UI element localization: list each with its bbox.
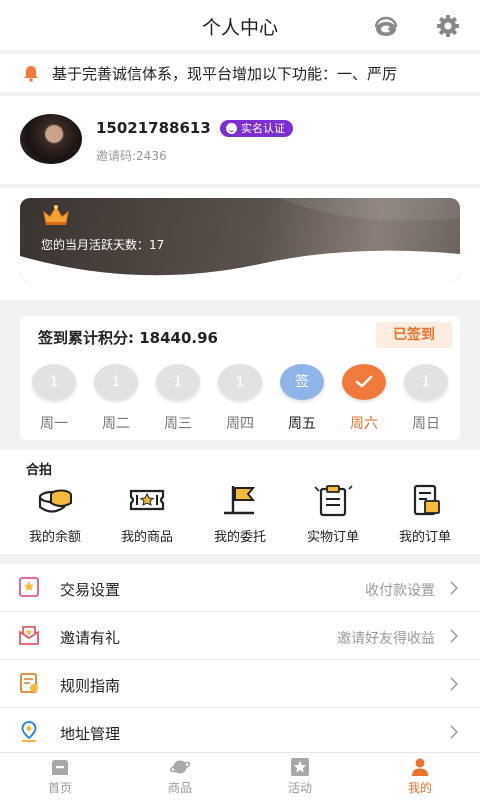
chevron-right-icon bbox=[450, 725, 459, 739]
flag-icon bbox=[224, 486, 256, 515]
day-label: 周三 bbox=[164, 416, 192, 432]
day-label: 周六 bbox=[350, 416, 378, 432]
signin-day-mon[interactable]: 1 周一 bbox=[30, 364, 78, 433]
day-label: 周一 bbox=[40, 416, 68, 432]
user-phone: 15021788613 bbox=[96, 119, 211, 137]
menu-title: 邀请有礼 bbox=[60, 629, 121, 647]
tab-label: 商品 bbox=[167, 781, 192, 795]
smile-icon bbox=[226, 123, 237, 134]
my-commission-button[interactable]: 我的委托 bbox=[195, 483, 285, 545]
invite-gift-icon bbox=[19, 626, 39, 645]
my-orders-button[interactable]: 我的订单 bbox=[380, 483, 470, 545]
menu-title: 规则指南 bbox=[60, 677, 121, 695]
clipboard-icon bbox=[314, 485, 353, 517]
signin-day-wed[interactable]: 1 周三 bbox=[154, 364, 202, 433]
day-label: 周二 bbox=[102, 416, 130, 432]
planet-icon bbox=[169, 760, 191, 774]
tab-label: 首页 bbox=[47, 781, 72, 795]
menu-subtitle: 收付款设置 bbox=[365, 583, 435, 599]
tab-mine[interactable]: 我的 bbox=[380, 757, 460, 796]
home-icon bbox=[52, 760, 68, 775]
menu-row-trade-settings[interactable]: 交易设置 收付款设置 bbox=[0, 564, 480, 612]
menu-row-rules[interactable]: 规则指南 bbox=[0, 660, 480, 708]
day-label: 周五 bbox=[288, 416, 316, 432]
invite-code: 邀请码:2436 bbox=[96, 149, 167, 163]
day-label: 周日 bbox=[412, 416, 440, 432]
tab-label: 活动 bbox=[287, 781, 312, 795]
quick-label: 我的商品 bbox=[120, 530, 173, 545]
active-days-text: 您的当月活跃天数：17 bbox=[41, 238, 165, 252]
activity-card: 您的当月活跃天数：17 bbox=[20, 198, 460, 282]
user-icon bbox=[412, 758, 428, 776]
star-icon bbox=[291, 758, 309, 776]
top-header: ··· 个人中心 bbox=[0, 0, 480, 50]
menu-row-invite[interactable]: 邀请有礼 邀请好友得收益 bbox=[0, 612, 480, 660]
day-circle: 1 bbox=[94, 364, 138, 400]
chevron-right-icon bbox=[450, 677, 459, 691]
ticket-icon bbox=[129, 489, 165, 511]
my-balance-button[interactable]: 我的余额 bbox=[10, 483, 100, 545]
chevron-right-icon bbox=[450, 629, 459, 643]
balance-icon bbox=[38, 489, 72, 513]
tab-activity[interactable]: 活动 bbox=[260, 757, 340, 796]
menu-title: 地址管理 bbox=[60, 725, 121, 743]
day-circle: 1 bbox=[32, 364, 76, 400]
signin-day-tue[interactable]: 1 周二 bbox=[92, 364, 140, 433]
day-circle-today: 签 bbox=[280, 364, 324, 400]
profile-section: 15021788613 实名认证 邀请码:2436 bbox=[0, 96, 480, 184]
notice-text: 基于完善诚信体系，现平台增加以下功能：一、严厉 bbox=[52, 65, 398, 83]
signin-day-fri[interactable]: 签 周五 bbox=[278, 364, 326, 433]
bell-icon bbox=[24, 66, 38, 82]
checkmark-icon bbox=[355, 375, 373, 388]
page-title: 个人中心 bbox=[201, 17, 278, 39]
day-circle: 1 bbox=[404, 364, 448, 400]
quick-label: 我的订单 bbox=[398, 530, 451, 545]
avatar[interactable] bbox=[20, 114, 82, 164]
settings-menu: 交易设置 收付款设置 邀请有礼 邀请好友得收益 规则指南 地址管理 bbox=[0, 564, 480, 756]
my-goods-button[interactable]: 我的商品 bbox=[102, 483, 192, 545]
menu-row-address[interactable]: 地址管理 bbox=[0, 708, 480, 756]
order-icon bbox=[413, 484, 440, 516]
menu-subtitle: 邀请好友得收益 bbox=[337, 631, 435, 647]
location-icon bbox=[21, 721, 37, 742]
bottom-tab-bar: 首页 商品 活动 我的 bbox=[0, 752, 480, 800]
signin-total-points: 签到累计积分: 18440.96 bbox=[38, 329, 218, 347]
quick-label: 我的委托 bbox=[213, 530, 266, 545]
notice-bar[interactable]: 基于完善诚信体系，现平台增加以下功能：一、严厉 bbox=[0, 54, 480, 92]
status-bar-fragment: ··· bbox=[40, 0, 49, 4]
signin-card: 签到累计积分: 18440.96 已签到 1 周一 1 周二 1 周三 1 周四… bbox=[20, 316, 460, 440]
signin-day-sun[interactable]: 1 周日 bbox=[402, 364, 450, 433]
day-label: 周四 bbox=[226, 416, 254, 432]
signin-day-thu[interactable]: 1 周四 bbox=[216, 364, 264, 433]
signin-section: 签到累计积分: 18440.96 已签到 1 周一 1 周二 1 周三 1 周四… bbox=[0, 304, 480, 450]
hepai-section: 合拍 我的余额 我的商品 我的委托 实物订单 我的订单 bbox=[0, 450, 480, 554]
day-circle: 1 bbox=[156, 364, 200, 400]
tab-label: 我的 bbox=[407, 781, 432, 795]
activity-section: 您的当月活跃天数：17 bbox=[0, 188, 480, 300]
day-circle: 1 bbox=[218, 364, 262, 400]
quick-label: 实物订单 bbox=[306, 530, 359, 545]
settings-gear-icon[interactable] bbox=[435, 14, 461, 38]
rules-icon bbox=[20, 673, 38, 693]
day-circle-checked bbox=[342, 364, 386, 400]
section-title: 合拍 bbox=[26, 463, 53, 478]
customer-service-icon[interactable] bbox=[373, 14, 399, 38]
signin-day-sat[interactable]: 周六 bbox=[340, 364, 388, 433]
tab-home[interactable]: 首页 bbox=[20, 757, 100, 796]
chevron-right-icon bbox=[450, 581, 459, 595]
trade-settings-icon bbox=[19, 577, 39, 597]
signed-in-button[interactable]: 已签到 bbox=[376, 322, 452, 348]
verified-badge: 实名认证 bbox=[220, 120, 293, 137]
verified-badge-label: 实名认证 bbox=[241, 122, 285, 135]
quick-label: 我的余额 bbox=[28, 530, 81, 545]
crown-icon bbox=[43, 205, 69, 225]
physical-orders-button[interactable]: 实物订单 bbox=[288, 483, 378, 545]
tab-goods[interactable]: 商品 bbox=[140, 757, 220, 796]
menu-title: 交易设置 bbox=[60, 581, 121, 599]
